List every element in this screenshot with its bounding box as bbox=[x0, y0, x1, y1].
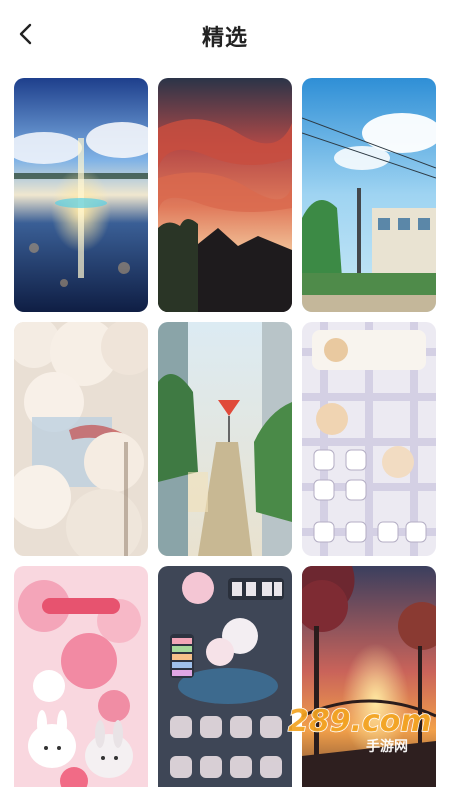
wallpaper-tile-3[interactable] bbox=[302, 78, 436, 312]
wallpaper-tile-6[interactable] bbox=[302, 322, 436, 556]
wallpaper-tile-9[interactable] bbox=[302, 566, 436, 787]
wallpaper-cute-whale-phone-theme-image bbox=[158, 566, 292, 787]
wallpaper-tile-1[interactable] bbox=[14, 78, 148, 312]
wallpaper-tile-8[interactable] bbox=[158, 566, 292, 787]
wallpaper-pink-bunny-sticker-image bbox=[14, 566, 148, 787]
wallpaper-anime-town-power-lines-image bbox=[302, 78, 436, 312]
wallpaper-cute-bear-phone-theme-image bbox=[302, 322, 436, 556]
wallpaper-tile-2[interactable] bbox=[158, 78, 292, 312]
wallpaper-sunset-forest-bridge-image bbox=[302, 566, 436, 787]
page-title: 精选 bbox=[201, 26, 248, 51]
wallpaper-tile-7[interactable] bbox=[14, 566, 148, 787]
wallpaper-sunny-alley-stop-sign-image bbox=[158, 322, 292, 556]
wallpaper-cherry-blossom-street-image bbox=[14, 322, 148, 556]
wallpaper-red-sunset-clouds-image bbox=[158, 78, 292, 312]
wallpaper-tile-4[interactable] bbox=[14, 322, 148, 556]
wallpaper-sky-reflection-lake-image bbox=[14, 78, 148, 312]
wallpaper-tile-5[interactable] bbox=[158, 322, 292, 556]
top-bar: 精选 bbox=[0, 0, 450, 72]
